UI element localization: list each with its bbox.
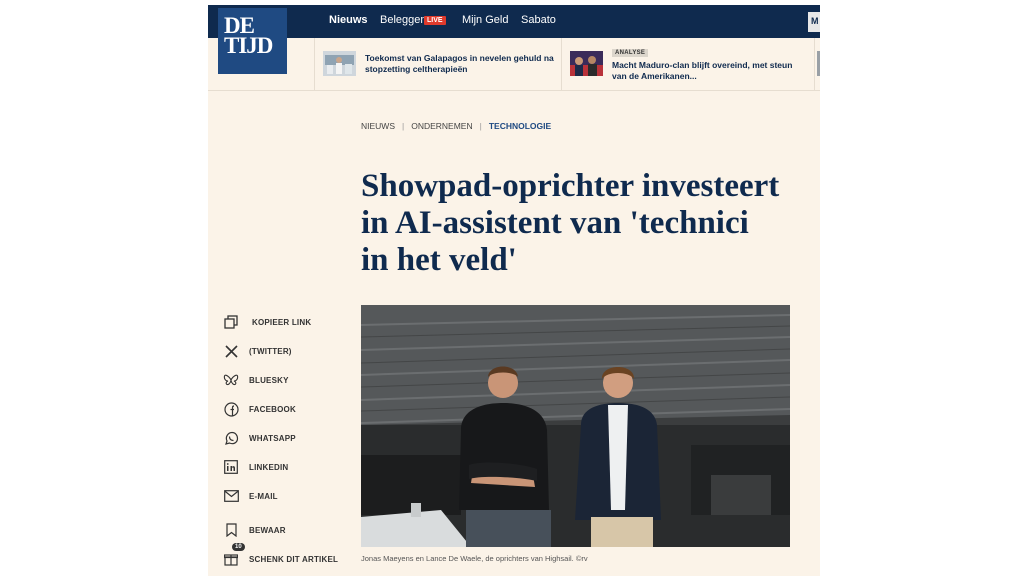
bluesky-icon — [222, 371, 240, 389]
analyse-badge: ANALYSE — [612, 49, 649, 57]
teaser-divider — [814, 38, 815, 91]
teaser-strip: Toekomst van Galapagos in nevelen gehuld… — [208, 38, 820, 91]
breadcrumb-item-nieuws[interactable]: NIEUWS — [361, 121, 395, 131]
teaser-divider — [314, 38, 315, 91]
breadcrumb-separator: | — [479, 121, 482, 131]
whatsapp-icon — [222, 429, 240, 447]
share-facebook[interactable]: FACEBOOK — [222, 399, 296, 419]
logo-line-2: TIJD — [224, 33, 273, 58]
bookmark-icon — [222, 521, 240, 539]
article-photo[interactable] — [361, 305, 790, 547]
teaser-thumbnail-lab[interactable] — [323, 51, 356, 76]
nav-item-sabato[interactable]: Sabato — [521, 14, 556, 26]
share-label: E-MAIL — [249, 491, 278, 501]
copy-icon — [222, 313, 240, 331]
top-navigation-bar: Nieuws Beleggen LIVE Mijn Geld Sabato M — [208, 5, 820, 38]
article-page: Nieuws Beleggen LIVE Mijn Geld Sabato M … — [208, 5, 820, 576]
gift-count-badge: 10 — [232, 543, 245, 551]
save-article-button[interactable]: BEWAAR — [222, 520, 286, 540]
teaser-thumbnail-maduro[interactable] — [570, 51, 603, 76]
share-copy-link[interactable]: KOPIEER LINK — [222, 312, 311, 332]
share-label: BEWAAR — [249, 525, 286, 535]
breadcrumb-item-technologie[interactable]: TECHNOLOGIE — [489, 121, 551, 131]
teaser-divider — [561, 38, 562, 91]
menu-button[interactable]: M — [808, 12, 820, 32]
share-linkedin[interactable]: LINKEDIN — [222, 457, 288, 477]
share-label: BLUESKY — [249, 375, 289, 385]
x-icon — [222, 342, 240, 360]
share-x[interactable]: (TWITTER) — [222, 341, 292, 361]
share-whatsapp[interactable]: WHATSAPP — [222, 428, 296, 448]
breadcrumb: NIEUWS | ONDERNEMEN | TECHNOLOGIE — [361, 121, 551, 131]
facebook-icon — [222, 400, 240, 418]
share-label: WHATSAPP — [249, 433, 296, 443]
linkedin-icon — [222, 458, 240, 476]
share-label: KOPIEER LINK — [252, 317, 312, 327]
gift-icon: 10 — [222, 543, 245, 568]
nav-item-nieuws[interactable]: Nieuws — [329, 14, 368, 26]
mail-icon — [222, 487, 240, 505]
share-label: LINKEDIN — [249, 462, 289, 472]
teaser-title[interactable]: Macht Maduro-clan blijft overeind, met s… — [612, 60, 802, 82]
teaser-thumbnail-partial[interactable] — [817, 51, 820, 76]
share-email[interactable]: E-MAIL — [222, 486, 278, 506]
breadcrumb-separator: | — [402, 121, 405, 131]
teaser-title[interactable]: Toekomst van Galapagos in nevelen gehuld… — [365, 53, 555, 75]
breadcrumb-item-ondernemen[interactable]: ONDERNEMEN — [411, 121, 472, 131]
nav-item-mijn-geld[interactable]: Mijn Geld — [462, 14, 508, 26]
photo-caption: Jonas Maeyens en Lance De Waele, de opri… — [361, 554, 588, 563]
article-headline: Showpad-oprichter investeert in AI-assis… — [361, 168, 780, 278]
share-label: (TWITTER) — [249, 346, 292, 356]
gift-article-button[interactable]: 10 SCHENK DIT ARTIKEL — [222, 543, 339, 569]
share-label: SCHENK DIT ARTIKEL — [249, 554, 339, 564]
share-bluesky[interactable]: BLUESKY — [222, 370, 289, 390]
de-tijd-logo[interactable]: DE TIJD — [218, 8, 287, 74]
live-badge[interactable]: LIVE — [424, 16, 446, 25]
nav-item-beleggen[interactable]: Beleggen — [380, 14, 427, 26]
share-label: FACEBOOK — [249, 404, 296, 414]
